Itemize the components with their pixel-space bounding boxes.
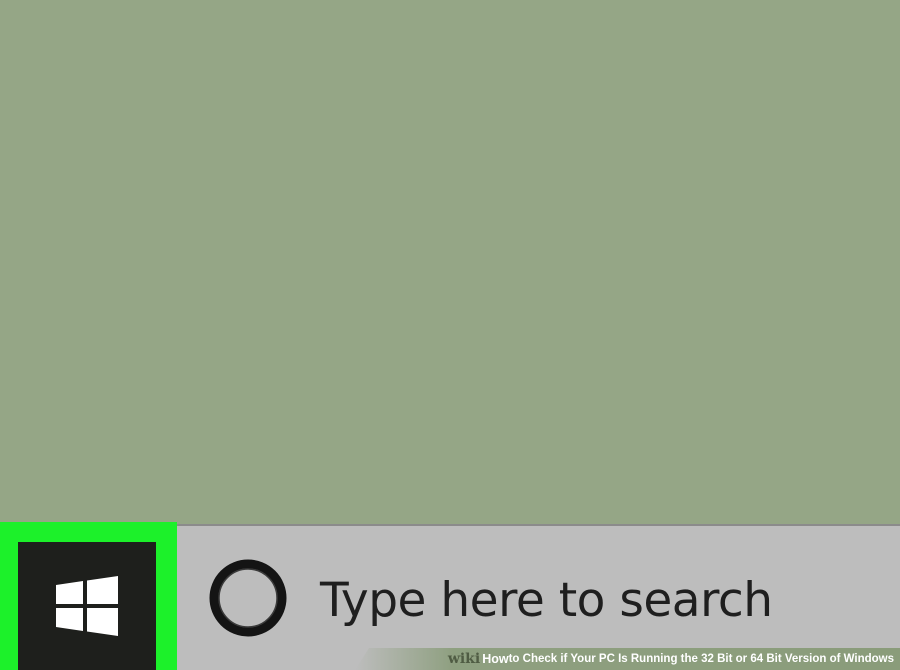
watermark-title: to Check if Your PC Is Running the 32 Bi… <box>508 653 894 665</box>
windows-logo-icon <box>56 576 118 636</box>
cortana-circle-icon[interactable] <box>207 557 289 639</box>
search-placeholder[interactable]: Type here to search <box>320 565 773 637</box>
watermark-title-how: How <box>482 652 509 666</box>
wikihow-logo: wiki <box>447 651 481 667</box>
wikihow-watermark: wiki How to Check if Your PC Is Running … <box>355 648 900 670</box>
start-button[interactable] <box>18 542 156 670</box>
desktop-background <box>0 0 900 524</box>
